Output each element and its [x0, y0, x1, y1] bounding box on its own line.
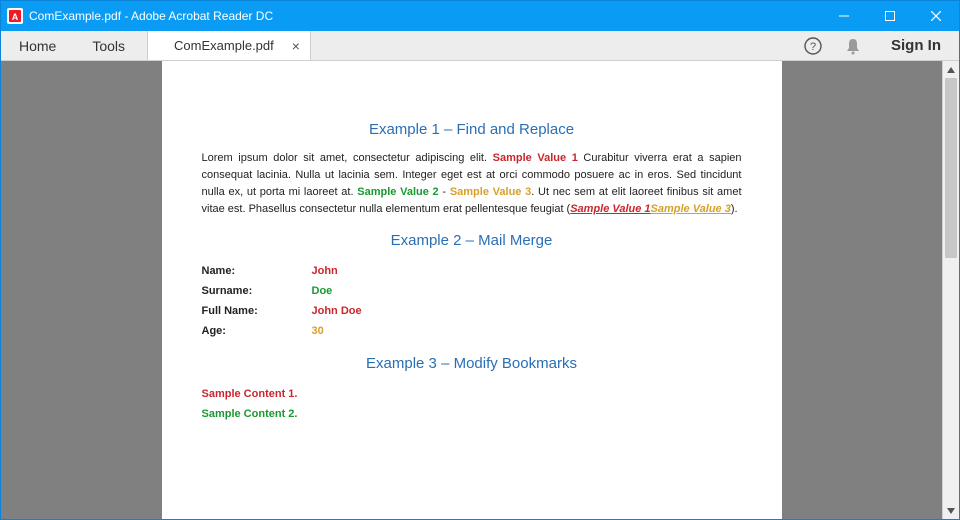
scroll-track[interactable] — [943, 78, 959, 502]
document-tab-label: ComExample.pdf — [174, 38, 274, 53]
field-row: Full Name: John Doe — [202, 301, 742, 321]
scroll-down-icon[interactable] — [943, 502, 959, 519]
link-sample-value-1[interactable]: Sample Value 1 — [570, 203, 650, 215]
svg-text:?: ? — [810, 41, 816, 53]
sample-value-2: Sample Value 2 — [357, 186, 438, 198]
field-label: Age: — [202, 325, 312, 337]
svg-text:A: A — [12, 12, 19, 22]
field-value: John Doe — [312, 305, 362, 317]
maximize-button[interactable] — [867, 1, 913, 31]
notifications-icon[interactable] — [833, 31, 873, 60]
close-window-button[interactable] — [913, 1, 959, 31]
page-viewport[interactable]: Example 1 – Find and Replace Lorem ipsum… — [1, 61, 942, 519]
scroll-up-icon[interactable] — [943, 61, 959, 78]
app-window: A ComExample.pdf - Adobe Acrobat Reader … — [0, 0, 960, 520]
field-value: John — [312, 265, 338, 277]
document-tab-close-icon[interactable]: × — [292, 39, 300, 53]
field-value: 30 — [312, 325, 324, 337]
document-tab[interactable]: ComExample.pdf × — [147, 31, 311, 60]
paragraph-1: Lorem ipsum dolor sit amet, consectetur … — [202, 150, 742, 218]
minimize-button[interactable] — [821, 1, 867, 31]
window-title: ComExample.pdf - Adobe Acrobat Reader DC — [29, 9, 273, 23]
heading-example-1: Example 1 – Find and Replace — [202, 121, 742, 138]
field-value: Doe — [312, 285, 333, 297]
titlebar: A ComExample.pdf - Adobe Acrobat Reader … — [1, 1, 959, 31]
heading-example-2: Example 2 – Mail Merge — [202, 232, 742, 249]
app-icon: A — [7, 8, 23, 24]
content-area: Example 1 – Find and Replace Lorem ipsum… — [1, 61, 959, 519]
sample-content-2: Sample Content 2. — [202, 404, 742, 424]
sample-value-3: Sample Value 3 — [450, 186, 531, 198]
sign-in-button[interactable]: Sign In — [873, 31, 959, 60]
toolbar: Home Tools ComExample.pdf × ? Sign In — [1, 31, 959, 61]
help-icon[interactable]: ? — [793, 31, 833, 60]
heading-example-3: Example 3 – Modify Bookmarks — [202, 355, 742, 372]
field-row: Name: John — [202, 261, 742, 281]
text: Lorem ipsum dolor sit amet, consectetur … — [202, 152, 493, 164]
pdf-page: Example 1 – Find and Replace Lorem ipsum… — [162, 61, 782, 519]
vertical-scrollbar[interactable] — [942, 61, 959, 519]
field-label: Name: — [202, 265, 312, 277]
text: - — [439, 186, 450, 198]
tools-button[interactable]: Tools — [74, 31, 143, 60]
field-row: Surname: Doe — [202, 281, 742, 301]
link-sample-value-3[interactable]: Sample Value 3 — [651, 203, 731, 215]
sample-value-1: Sample Value 1 — [493, 152, 578, 164]
field-row: Age: 30 — [202, 321, 742, 341]
text: ). — [731, 203, 738, 215]
mail-merge-fields: Name: John Surname: Doe Full Name: John … — [202, 261, 742, 341]
field-label: Surname: — [202, 285, 312, 297]
field-label: Full Name: — [202, 305, 312, 317]
scroll-thumb[interactable] — [945, 78, 957, 258]
sample-content-1: Sample Content 1. — [202, 384, 742, 404]
home-button[interactable]: Home — [1, 31, 74, 60]
